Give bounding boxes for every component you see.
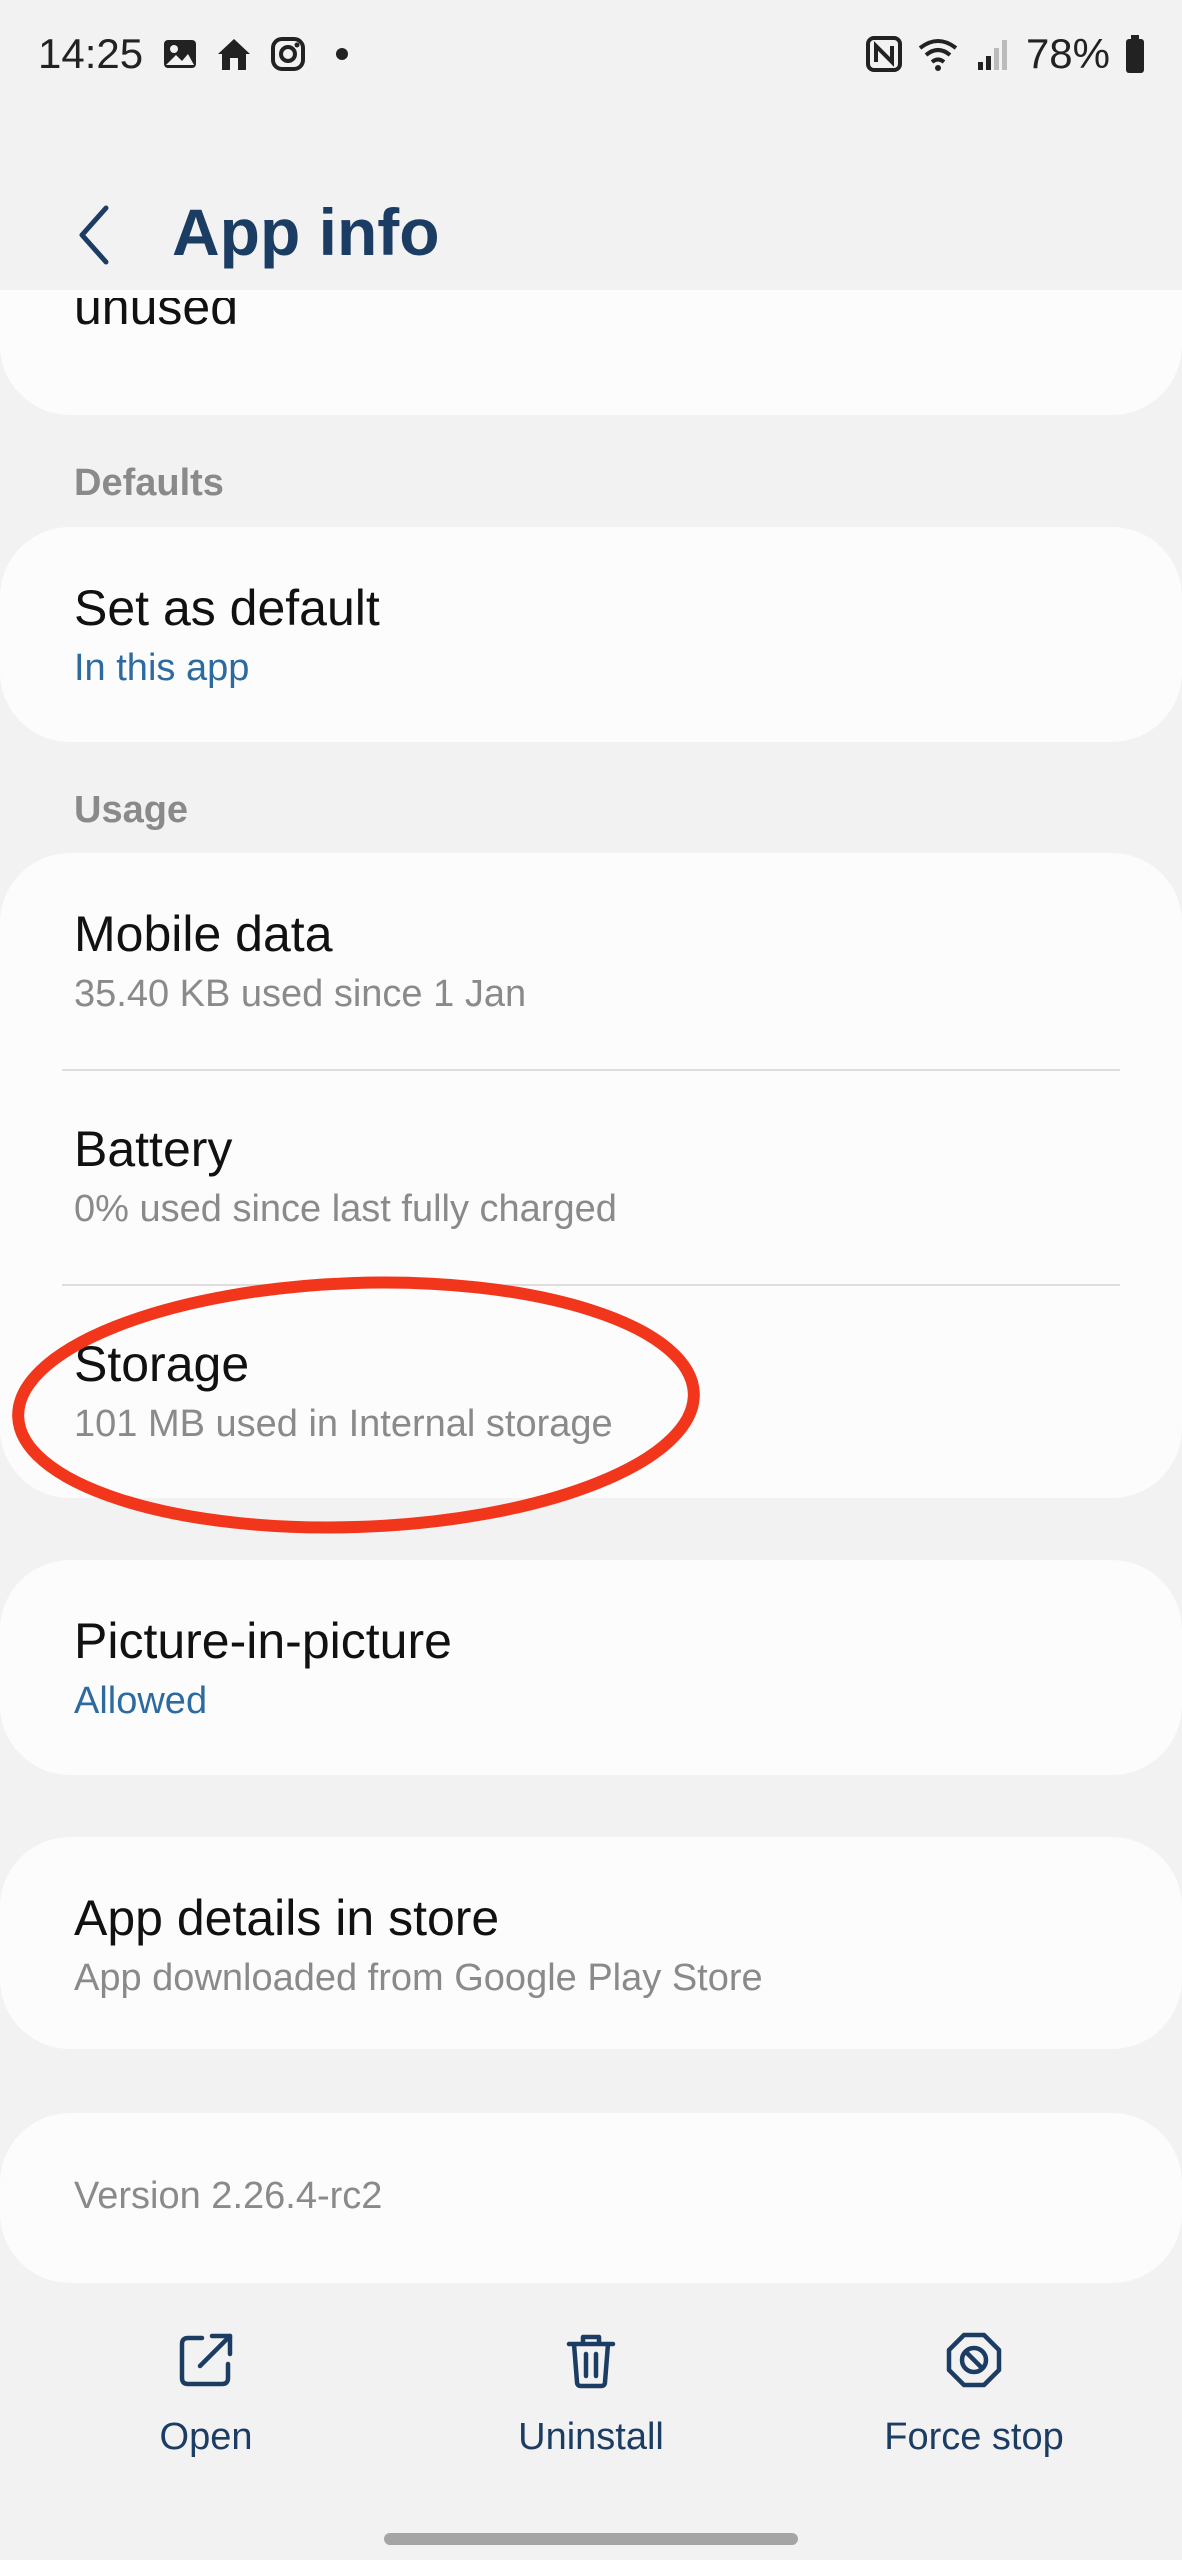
row-subtitle: 35.40 KB used since 1 Jan xyxy=(74,973,527,1015)
row-subtitle: 0% used since last fully charged xyxy=(74,1188,617,1230)
divider xyxy=(62,1069,1120,1071)
nfc-icon xyxy=(865,36,902,72)
card-usage: Mobile data 35.40 KB used since 1 Jan Ba… xyxy=(0,853,1182,1498)
row-subtitle: Allowed xyxy=(74,1680,208,1722)
home-indicator[interactable] xyxy=(384,2533,798,2545)
row-title: App details in store xyxy=(74,1890,500,1946)
card-store: App details in store App downloaded from… xyxy=(0,1837,1182,2049)
row-title: Battery xyxy=(74,1121,233,1177)
row-title: Mobile data xyxy=(74,906,333,962)
app-bar: App info xyxy=(0,180,1182,290)
set-as-default-item[interactable]: Set as default In this app xyxy=(74,579,1108,690)
partial-card-top[interactable]: unused xyxy=(0,290,1182,415)
section-label-usage: Usage xyxy=(74,789,189,831)
row-title: Set as default xyxy=(74,580,380,636)
storage-item[interactable]: Storage 101 MB used in Internal storage xyxy=(74,1335,1108,1446)
mobile-data-item[interactable]: Mobile data 35.40 KB used since 1 Jan xyxy=(74,905,1108,1016)
gallery-icon xyxy=(164,40,196,68)
section-label-defaults: Defaults xyxy=(74,462,224,504)
bottom-action-bar: Open Uninstall Force stop xyxy=(0,2330,1182,2500)
version-text: Version 2.26.4-rc2 xyxy=(74,2175,383,2217)
card-version: Version 2.26.4-rc2 xyxy=(0,2113,1182,2283)
row-subtitle: App downloaded from Google Play Store xyxy=(74,1957,763,1999)
wifi-icon xyxy=(918,39,958,71)
open-button[interactable]: Open xyxy=(56,2330,356,2459)
row-title: Picture-in-picture xyxy=(74,1613,452,1669)
instagram-icon xyxy=(271,37,305,71)
action-label: Uninstall xyxy=(518,2416,664,2458)
force-stop-button[interactable]: Force stop xyxy=(824,2330,1124,2459)
row-subtitle: 101 MB used in Internal storage xyxy=(74,1403,613,1445)
status-bar: 14:25 78% xyxy=(0,0,1182,110)
row-subtitle: In this app xyxy=(74,647,250,689)
stop-icon xyxy=(946,2332,1002,2388)
picture-in-picture-item[interactable]: Picture-in-picture Allowed xyxy=(74,1612,1108,1723)
card-pip: Picture-in-picture Allowed xyxy=(0,1560,1182,1775)
battery-percent: 78% xyxy=(1025,30,1110,77)
status-system-icons: 78% xyxy=(864,30,1146,78)
app-details-in-store-item[interactable]: App details in store App downloaded from… xyxy=(74,1889,1108,2000)
card-defaults: Set as default In this app xyxy=(0,527,1182,742)
signal-icon xyxy=(977,40,1007,70)
open-external-icon xyxy=(179,2333,233,2387)
divider xyxy=(62,1284,1120,1286)
page-title: App info xyxy=(172,195,440,269)
battery-icon xyxy=(1126,35,1144,73)
battery-item[interactable]: Battery 0% used since last fully charged xyxy=(74,1120,1108,1231)
back-arrow-icon[interactable] xyxy=(70,200,120,270)
partial-row-title: unused xyxy=(74,298,239,335)
home-app-icon xyxy=(218,39,250,70)
trash-icon xyxy=(566,2334,616,2389)
dot-icon xyxy=(336,48,348,60)
status-notification-icons xyxy=(160,34,362,74)
row-title: Storage xyxy=(74,1336,250,1392)
action-label: Open xyxy=(159,2416,253,2458)
status-time: 14:25 xyxy=(38,30,144,77)
action-label: Force stop xyxy=(884,2416,1064,2458)
uninstall-button[interactable]: Uninstall xyxy=(441,2330,741,2459)
